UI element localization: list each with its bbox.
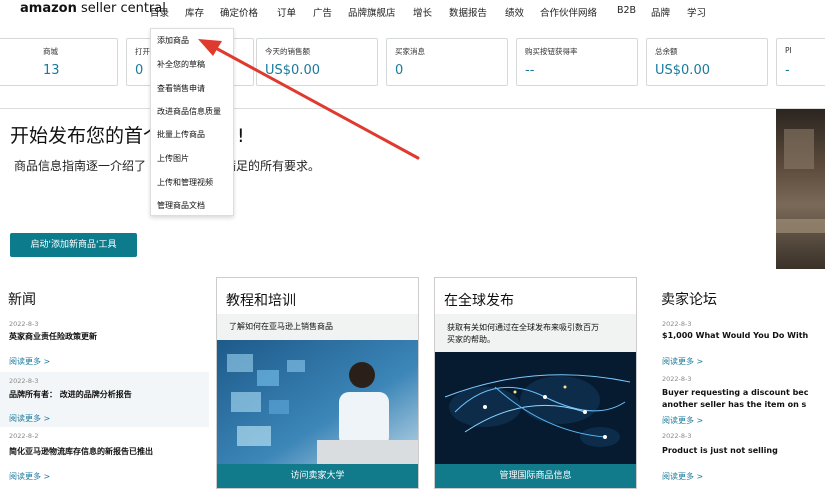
amazon-seller-central-logo[interactable]: amazon seller central	[20, 1, 166, 16]
visit-seller-university-button[interactable]: 访问卖家大学	[217, 464, 418, 488]
metric-value: --	[525, 63, 535, 78]
metric-value: 13	[43, 63, 60, 78]
nav-brands[interactable]: 品牌	[651, 5, 670, 19]
metric-value: US$0.00	[655, 63, 710, 78]
global-heading: 在全球发布	[444, 293, 514, 309]
news-date: 2022-8-3	[9, 377, 39, 385]
news-title[interactable]: 简化亚马逊物流库存信息的新报告已推出	[9, 446, 153, 457]
metric-buyer-messages[interactable]: 买家消息 0	[386, 38, 508, 86]
hero-banner: 开始发布您的首个! 商品信息指南逐一介绍了 品信息时需要满足的所有要求。 启动'添…	[0, 109, 825, 269]
forum-read-more[interactable]: 阅读更多 >	[662, 356, 703, 367]
metric-pi[interactable]: PI -	[776, 38, 825, 86]
forum-card: 卖家论坛 2022-8-3 $1,000 What Would You Do W…	[652, 277, 825, 489]
metric-label: 今天的销售额	[265, 47, 310, 56]
forum-title[interactable]: Buyer requesting a discount bec	[662, 388, 808, 397]
forum-date: 2022-8-3	[662, 320, 692, 328]
metric-marketplaces[interactable]: 商城 13	[0, 38, 118, 86]
forum-read-more[interactable]: 阅读更多 >	[662, 415, 703, 426]
global-subtitle-band: 获取有关如何通过在全球发布来吸引数百万 买家的帮助。	[435, 314, 636, 352]
metric-label: 买家消息	[395, 47, 425, 56]
launch-add-product-button[interactable]: 启动'添加新商品'工具	[10, 233, 137, 257]
news-read-more[interactable]: 阅读更多 >	[9, 356, 50, 367]
nav-growth[interactable]: 增长	[413, 5, 432, 19]
forum-date: 2022-8-3	[662, 375, 692, 383]
metric-label: 打开	[135, 47, 150, 56]
menu-bulk-upload[interactable]: 批量上传商品	[157, 129, 205, 140]
menu-add-products[interactable]: 添加商品	[157, 35, 189, 46]
training-subtitle-band: 了解如何在亚马逊上销售商品	[217, 314, 418, 340]
menu-manage-product-documents[interactable]: 管理商品文档	[157, 200, 205, 211]
nav-reports[interactable]: 数据报告	[449, 5, 487, 19]
menu-complete-drafts[interactable]: 补全您的草稿	[157, 59, 205, 70]
training-photo	[217, 340, 418, 464]
metric-label: PI	[785, 46, 792, 55]
global-map-photo	[435, 352, 636, 464]
metric-todays-sales[interactable]: 今天的销售额 US$0.00	[256, 38, 378, 86]
metric-value: -	[785, 63, 790, 78]
forum-read-more[interactable]: 阅读更多 >	[662, 471, 703, 482]
metric-value: 0	[395, 63, 404, 78]
nav-b2b[interactable]: B2B	[617, 5, 636, 16]
metric-value: 0	[135, 63, 144, 78]
training-heading: 教程和培训	[226, 293, 296, 309]
menu-view-selling-applications[interactable]: 查看销售申请	[157, 83, 205, 94]
hero-photo	[776, 109, 825, 269]
news-read-more[interactable]: 阅读更多 >	[9, 471, 50, 482]
nav-learn[interactable]: 学习	[687, 5, 706, 19]
global-card: 在全球发布 获取有关如何通过在全球发布来吸引数百万 买家的帮助。 管理国际商品信…	[434, 277, 637, 489]
nav-orders[interactable]: 订单	[277, 5, 296, 19]
manage-international-listings-button[interactable]: 管理国际商品信息	[435, 464, 636, 488]
menu-upload-manage-videos[interactable]: 上传和管理视频	[157, 177, 213, 188]
news-title[interactable]: 品牌所有者： 改进的品牌分析报告	[9, 389, 132, 400]
news-heading: 新闻	[8, 292, 36, 308]
menu-upload-images[interactable]: 上传图片	[157, 153, 189, 164]
metric-label: 总余额	[655, 47, 678, 56]
training-subtitle[interactable]: 了解如何在亚马逊上销售商品	[229, 321, 333, 332]
news-date: 2022-8-3	[9, 320, 39, 328]
metric-value: US$0.00	[265, 63, 320, 78]
forum-title[interactable]: $1,000 What Would You Do With	[662, 331, 808, 340]
metric-label: 购买按钮获得率	[525, 47, 578, 56]
nav-performance[interactable]: 绩效	[505, 5, 524, 19]
global-subtitle-line2: 买家的帮助。	[447, 335, 495, 344]
forum-heading: 卖家论坛	[661, 292, 717, 308]
forum-title-line2[interactable]: another seller has the item on s	[662, 400, 806, 409]
nav-partner-network[interactable]: 合作伙伴网络	[540, 5, 597, 19]
news-title[interactable]: 英家商业责任险政策更新	[9, 331, 97, 342]
metric-total-balance[interactable]: 总余额 US$0.00	[646, 38, 768, 86]
news-card: 新闻 2022-8-3 英家商业责任险政策更新 阅读更多 > 2022-8-3 …	[0, 277, 210, 489]
forum-date: 2022-8-3	[662, 432, 692, 440]
nav-pricing[interactable]: 确定价格	[220, 5, 258, 19]
top-navigation: amazon seller central 目录 库存 确定价格 订单 广告 品…	[0, 0, 825, 22]
news-read-more[interactable]: 阅读更多 >	[9, 413, 50, 424]
nav-stores[interactable]: 品牌旗舰店	[348, 5, 396, 19]
news-date: 2022-8-2	[9, 432, 39, 440]
nav-catalog[interactable]: 目录	[150, 5, 169, 19]
metric-featured-offer[interactable]: 购买按钮获得率 --	[516, 38, 638, 86]
metrics-bar: 商城 13 打开 0 今天的销售额 US$0.00 买家消息 0 购买按钮获得率…	[0, 38, 825, 88]
global-subtitle-line1: 获取有关如何通过在全球发布来吸引数百万	[447, 323, 599, 332]
menu-improve-listing-quality[interactable]: 改进商品信息质量	[157, 106, 221, 117]
nav-advertising[interactable]: 广告	[313, 5, 332, 19]
metric-label: 商城	[43, 47, 58, 56]
catalog-dropdown-menu: 添加商品 补全您的草稿 查看销售申请 改进商品信息质量 批量上传商品 上传图片 …	[150, 28, 234, 216]
forum-title[interactable]: Product is just not selling	[662, 446, 778, 455]
nav-inventory[interactable]: 库存	[185, 5, 204, 19]
training-card: 教程和培训 了解如何在亚马逊上销售商品 访问卖家大学	[216, 277, 419, 489]
